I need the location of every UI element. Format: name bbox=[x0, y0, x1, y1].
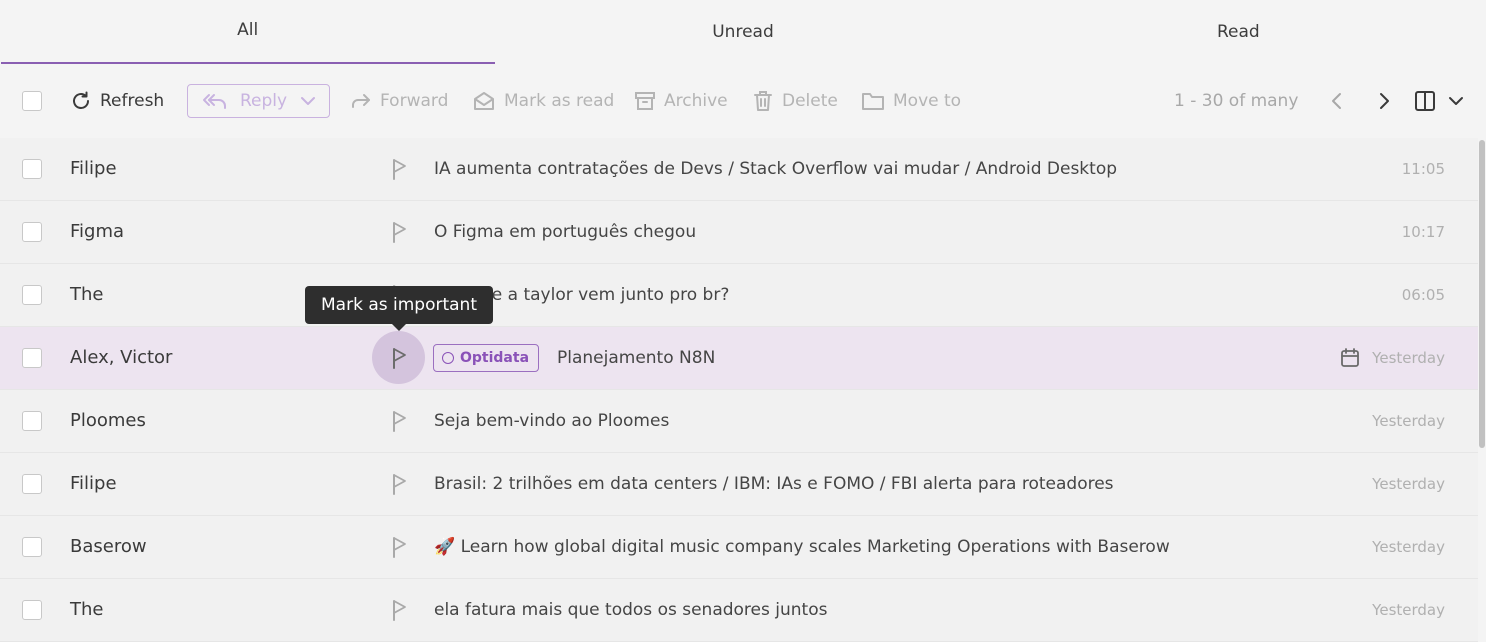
split-view-icon[interactable] bbox=[1414, 90, 1436, 112]
email-time: Yesterday bbox=[1372, 412, 1445, 430]
email-time: 10:17 bbox=[1401, 223, 1445, 241]
flag-icon[interactable] bbox=[389, 347, 409, 369]
tab-all-label: All bbox=[237, 20, 259, 40]
refresh-label: Refresh bbox=[100, 91, 165, 111]
email-subject: Planejamento N8N bbox=[557, 348, 716, 368]
email-sender: Ploomes bbox=[70, 410, 146, 431]
scrollbar-thumb[interactable] bbox=[1479, 140, 1485, 448]
tab-all[interactable]: All bbox=[0, 0, 496, 64]
chevron-right-icon[interactable] bbox=[1377, 92, 1391, 110]
calendar-icon[interactable] bbox=[1340, 348, 1360, 368]
trash-icon bbox=[754, 91, 772, 111]
email-row[interactable]: Filipe Brasil: 2 trilhões em data center… bbox=[0, 453, 1478, 516]
label-tag[interactable]: Optidata bbox=[433, 344, 540, 372]
email-list: Filipe IA aumenta contratações de Devs /… bbox=[0, 138, 1478, 642]
archive-label: Archive bbox=[664, 91, 728, 111]
email-sender: Figma bbox=[70, 221, 125, 242]
refresh-icon bbox=[73, 91, 89, 109]
email-time: Yesterday bbox=[1372, 475, 1445, 493]
archive-button[interactable]: Archive bbox=[634, 64, 728, 138]
email-row[interactable]: Baserow 🚀 Learn how global digital music… bbox=[0, 516, 1478, 579]
refresh-button[interactable]: Refresh bbox=[70, 64, 164, 138]
reply-label: Reply bbox=[240, 91, 288, 111]
chevron-down-icon bbox=[301, 97, 316, 105]
forward-icon bbox=[352, 94, 370, 108]
email-time: Yesterday bbox=[1372, 349, 1445, 367]
email-row[interactable]: Figma O Figma em português chegou 10:17 bbox=[0, 201, 1478, 264]
check-circle-icon bbox=[442, 352, 454, 364]
delete-button[interactable]: Delete bbox=[752, 64, 838, 138]
email-sender: Alex, Victor bbox=[70, 347, 173, 368]
email-time: 06:05 bbox=[1401, 286, 1445, 304]
email-sender: Baserow bbox=[70, 536, 147, 557]
email-sender: Filipe bbox=[70, 473, 117, 494]
flag-icon[interactable] bbox=[389, 158, 409, 180]
row-checkbox[interactable] bbox=[22, 600, 42, 620]
forward-label: Forward bbox=[380, 91, 449, 111]
flag-icon[interactable] bbox=[389, 410, 409, 432]
email-subject: 🚀 Learn how global digital music company… bbox=[434, 516, 1170, 578]
email-row[interactable]: The ue a taylor vem junto pro br? 06:05 bbox=[0, 264, 1478, 327]
open-envelope-icon bbox=[474, 92, 494, 110]
list-scrollbar[interactable] bbox=[1478, 138, 1486, 637]
email-subject: Seja bem-vindo ao Ploomes bbox=[434, 411, 670, 431]
mail-tabs: All Unread Read bbox=[0, 0, 1486, 64]
row-checkbox[interactable] bbox=[22, 411, 42, 431]
email-subject: Brasil: 2 trilhões em data centers / IBM… bbox=[434, 474, 1114, 494]
row-checkbox[interactable] bbox=[22, 222, 42, 242]
forward-button[interactable]: Forward bbox=[350, 64, 448, 138]
reply-button[interactable]: Reply bbox=[187, 84, 330, 118]
row-checkbox[interactable] bbox=[22, 285, 42, 305]
archive-icon bbox=[635, 92, 655, 110]
email-time: Yesterday bbox=[1372, 601, 1445, 619]
email-subject: ue a taylor vem junto pro br? bbox=[481, 285, 730, 305]
toolbar: Refresh Reply Forward Mark as read Archi… bbox=[0, 64, 1486, 139]
email-time: 11:05 bbox=[1401, 160, 1445, 178]
flag-icon[interactable] bbox=[389, 221, 409, 243]
tab-unread[interactable]: Unread bbox=[495, 0, 990, 64]
mark-important-tooltip: Mark as important bbox=[305, 286, 493, 331]
reply-all-icon bbox=[203, 94, 226, 109]
rocket-emoji: 🚀 bbox=[434, 537, 456, 557]
email-row[interactable]: The ela fatura mais que todos os senador… bbox=[0, 579, 1478, 642]
email-sender: The bbox=[70, 599, 104, 620]
tab-unread-label: Unread bbox=[712, 22, 774, 42]
email-subject-text: Learn how global digital music company s… bbox=[460, 537, 1170, 557]
delete-label: Delete bbox=[782, 91, 838, 111]
mark-as-read-label: Mark as read bbox=[504, 91, 615, 111]
folder-icon bbox=[862, 93, 884, 110]
email-row[interactable]: Filipe IA aumenta contratações de Devs /… bbox=[0, 138, 1478, 201]
flag-icon[interactable] bbox=[389, 599, 409, 621]
pagination: 1 - 30 of many bbox=[1174, 64, 1298, 138]
email-row[interactable]: Ploomes Seja bem-vindo ao Ploomes Yester… bbox=[0, 390, 1478, 453]
move-to-label: Move to bbox=[893, 91, 962, 111]
email-sender: The bbox=[70, 284, 104, 305]
email-sender: Filipe bbox=[70, 158, 117, 179]
row-checkbox[interactable] bbox=[22, 159, 42, 179]
email-subject: IA aumenta contratações de Devs / Stack … bbox=[434, 159, 1118, 179]
pagination-label: 1 - 30 of many bbox=[1174, 91, 1299, 111]
row-checkbox[interactable] bbox=[22, 537, 42, 557]
select-all-checkbox[interactable] bbox=[22, 91, 42, 111]
move-to-button[interactable]: Move to bbox=[861, 64, 961, 138]
row-checkbox[interactable] bbox=[22, 348, 42, 368]
label-tag-text: Optidata bbox=[460, 350, 530, 366]
tab-read[interactable]: Read bbox=[991, 0, 1486, 64]
chevron-down-icon[interactable] bbox=[1448, 96, 1464, 106]
email-subject: O Figma em português chegou bbox=[434, 222, 697, 242]
email-time: Yesterday bbox=[1372, 538, 1445, 556]
mark-as-read-button[interactable]: Mark as read bbox=[472, 64, 614, 138]
tab-read-label: Read bbox=[1216, 22, 1260, 42]
chevron-left-icon[interactable] bbox=[1330, 92, 1344, 110]
row-checkbox[interactable] bbox=[22, 474, 42, 494]
flag-icon[interactable] bbox=[389, 536, 409, 558]
email-subject: ela fatura mais que todos os senadores j… bbox=[434, 600, 828, 620]
flag-icon[interactable] bbox=[389, 473, 409, 495]
email-row-hovered[interactable]: Alex, Victor Optidata Planejamento N8N Y… bbox=[0, 327, 1478, 390]
